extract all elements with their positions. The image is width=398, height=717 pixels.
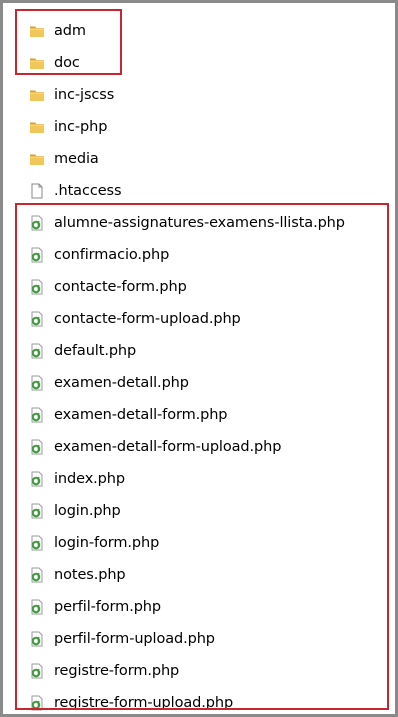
php-file-label: alumne-assignatures-examens-llista.php — [54, 215, 345, 231]
php-file-item[interactable]: perfil-form.php — [29, 593, 161, 621]
php-file-icon — [29, 503, 45, 519]
php-file-item[interactable]: confirmacio.php — [29, 241, 169, 269]
php-file-item[interactable]: alumne-assignatures-examens-llista.php — [29, 209, 345, 237]
php-file-item[interactable]: registre-form-upload.php — [29, 689, 233, 717]
php-file-icon — [29, 375, 45, 391]
php-file-label: contacte-form.php — [54, 279, 187, 295]
file-label: .htaccess — [54, 183, 122, 199]
php-file-item[interactable]: index.php — [29, 465, 125, 493]
folder-item-adm[interactable]: adm — [29, 17, 86, 45]
file-list-pane: adm doc inc-jscss inc-php media .htacces… — [3, 3, 395, 714]
php-file-label: perfil-form.php — [54, 599, 161, 615]
php-file-item[interactable]: contacte-form.php — [29, 273, 187, 301]
php-file-label: login-form.php — [54, 535, 160, 551]
php-file-label: registre-form-upload.php — [54, 695, 234, 711]
php-file-icon — [29, 599, 45, 615]
php-file-item[interactable]: login.php — [29, 497, 121, 525]
php-file-label: index.php — [54, 471, 125, 487]
folder-label: inc-php — [54, 119, 108, 135]
folder-label: doc — [54, 55, 80, 71]
php-file-item[interactable]: examen-detall-form-upload.php — [29, 433, 281, 461]
php-file-item[interactable]: contacte-form-upload.php — [29, 305, 241, 333]
php-file-label: confirmacio.php — [54, 247, 170, 263]
php-file-label: examen-detall-form-upload.php — [54, 439, 282, 455]
folder-icon — [29, 87, 45, 103]
folder-label: inc-jscss — [54, 87, 115, 103]
folder-label: media — [54, 151, 99, 167]
php-file-item[interactable]: registre-form.php — [29, 657, 179, 685]
php-file-item[interactable]: examen-detall.php — [29, 369, 189, 397]
php-file-item[interactable]: default.php — [29, 337, 136, 365]
php-file-label: registre-form.php — [54, 663, 180, 679]
php-file-icon — [29, 439, 45, 455]
php-file-label: notes.php — [54, 567, 126, 583]
php-file-icon — [29, 215, 45, 231]
php-file-icon — [29, 695, 45, 711]
folder-label: adm — [54, 23, 86, 39]
folder-icon — [29, 23, 45, 39]
php-file-icon — [29, 663, 45, 679]
php-file-label: examen-detall.php — [54, 375, 189, 391]
folder-item-media[interactable]: media — [29, 145, 99, 173]
php-file-item[interactable]: login-form.php — [29, 529, 159, 557]
php-file-icon — [29, 471, 45, 487]
php-file-label: perfil-form-upload.php — [54, 631, 215, 647]
php-file-label: examen-detall-form.php — [54, 407, 228, 423]
folder-icon — [29, 151, 45, 167]
folder-item-inc-jscss[interactable]: inc-jscss — [29, 81, 114, 109]
php-file-item[interactable]: notes.php — [29, 561, 126, 589]
folder-icon — [29, 55, 45, 71]
php-file-item[interactable]: examen-detall-form.php — [29, 401, 228, 429]
folder-icon — [29, 119, 45, 135]
php-file-icon — [29, 567, 45, 583]
folder-item-doc[interactable]: doc — [29, 49, 80, 77]
php-file-label: default.php — [54, 343, 137, 359]
file-icon — [29, 183, 45, 199]
php-file-icon — [29, 407, 45, 423]
php-file-icon — [29, 279, 45, 295]
php-file-icon — [29, 247, 45, 263]
php-file-icon — [29, 311, 45, 327]
folder-item-inc-php[interactable]: inc-php — [29, 113, 107, 141]
php-file-icon — [29, 343, 45, 359]
php-file-icon — [29, 631, 45, 647]
php-file-label: login.php — [54, 503, 121, 519]
file-item-htaccess[interactable]: .htaccess — [29, 177, 122, 205]
php-file-label: contacte-form-upload.php — [54, 311, 241, 327]
php-file-item[interactable]: perfil-form-upload.php — [29, 625, 215, 653]
php-file-icon — [29, 535, 45, 551]
